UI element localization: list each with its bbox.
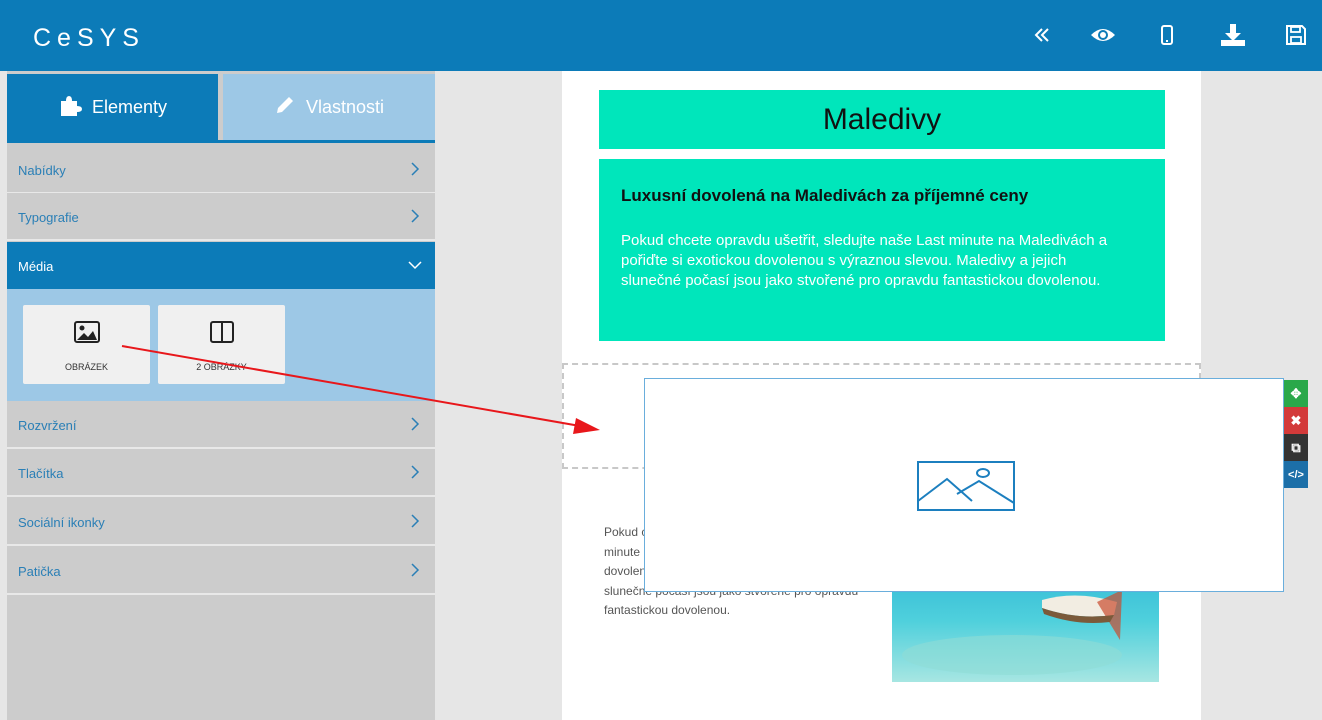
category-label: Rozvržení <box>18 418 77 433</box>
move-icon[interactable]: ✥ <box>1284 380 1308 407</box>
tab-elements[interactable]: Elementy <box>7 74 218 140</box>
sidebar: Elementy Vlastnosti Nabídky Typografie M… <box>7 71 435 720</box>
category-typografie[interactable]: Typografie <box>7 193 435 241</box>
media-panel: OBRÁZEK 2 OBRÁZKY <box>7 289 435 401</box>
chevron-right-icon <box>411 209 420 223</box>
image-icon <box>73 321 100 343</box>
category-paticka[interactable]: Patička <box>7 547 435 595</box>
text-block[interactable]: Luxusní dovolená na Maledivách za příjem… <box>599 159 1165 341</box>
top-bar: CeSYS <box>0 0 1322 71</box>
tile-label: 2 OBRÁZKY <box>196 362 247 372</box>
tab-elements-label: Elementy <box>91 96 168 117</box>
text-block-heading: Luxusní dovolená na Maledivách za příjem… <box>621 186 1029 205</box>
text-block-paragraph: Pokud chcete opravdu ušetřit, sledujte n… <box>621 232 1108 289</box>
image-element-tile[interactable]: OBRÁZEK <box>23 305 150 384</box>
tab-properties-label: Vlastnosti <box>305 96 385 117</box>
two-columns-icon <box>209 321 234 343</box>
category-socialni-ikonky[interactable]: Sociální ikonky <box>7 498 435 546</box>
chevron-down-icon <box>408 261 422 270</box>
mobile-phone-icon[interactable] <box>1152 20 1182 50</box>
category-label: Média <box>18 259 54 274</box>
category-label: Typografie <box>18 210 79 225</box>
chevron-right-icon <box>411 514 420 528</box>
title-block[interactable]: Maledivy <box>599 90 1165 149</box>
category-label: Patička <box>18 564 61 579</box>
duplicate-icon[interactable]: ⧉ <box>1284 434 1308 461</box>
category-tlacitka[interactable]: Tlačítka <box>7 449 435 497</box>
category-label: Nabídky <box>18 163 66 178</box>
category-label: Sociální ikonky <box>18 515 105 530</box>
category-media[interactable]: Média <box>7 242 435 290</box>
tile-label: OBRÁZEK <box>64 362 108 372</box>
chevron-right-icon <box>411 563 420 577</box>
two-images-element-tile[interactable]: 2 OBRÁZKY <box>158 305 285 384</box>
puzzle-icon <box>58 93 82 122</box>
close-icon[interactable]: ✖ <box>1284 407 1308 434</box>
chevron-right-icon <box>411 417 420 431</box>
chevron-right-icon <box>411 162 420 176</box>
category-label: Tlačítka <box>18 466 64 481</box>
dragged-image-element[interactable] <box>644 378 1284 592</box>
floppy-disk-icon[interactable] <box>1281 20 1311 50</box>
category-nabidky[interactable]: Nabídky <box>7 146 435 194</box>
title-text: Maledivy <box>822 102 942 136</box>
tab-properties[interactable]: Vlastnosti <box>223 74 435 140</box>
category-rozvrzeni[interactable]: Rozvržení <box>7 401 435 449</box>
app-logo: CeSYS <box>33 24 145 52</box>
element-toolbar: ✥ ✖ ⧉ </> <box>1284 380 1308 488</box>
download-icon[interactable] <box>1218 20 1248 50</box>
double-chevron-left-icon[interactable] <box>1027 20 1057 50</box>
pencil-icon <box>274 94 296 121</box>
tab-underline <box>7 140 435 143</box>
chevron-right-icon <box>411 465 420 479</box>
eye-icon[interactable] <box>1088 20 1118 50</box>
code-icon[interactable]: </> <box>1284 461 1308 488</box>
image-placeholder-icon <box>917 461 1015 511</box>
